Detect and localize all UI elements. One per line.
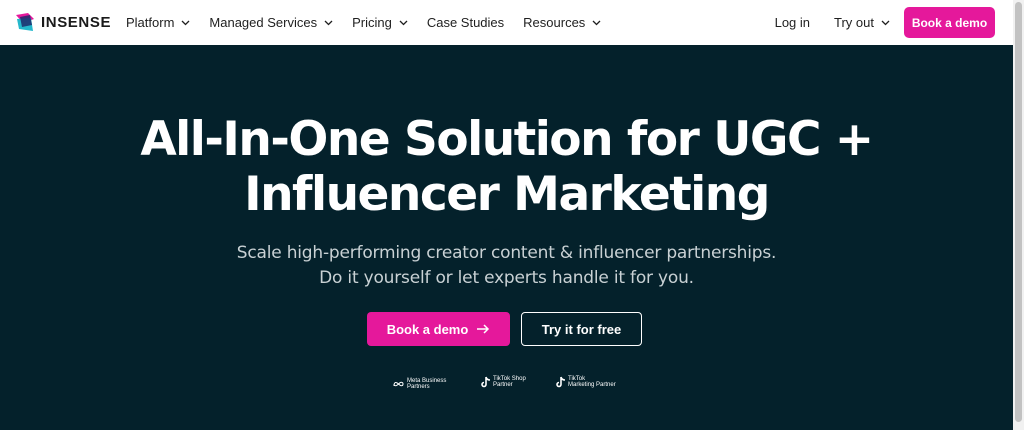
nav-case-studies-label: Case Studies — [426, 15, 505, 30]
nav-managed-services[interactable]: Managed Services — [209, 15, 333, 30]
meta-badge-text: Meta Business Partners — [407, 378, 446, 390]
header-book-demo-button[interactable]: Book a demo — [904, 7, 995, 38]
hero-headline: All-In-One Solution for UGC + Influencer… — [0, 112, 1013, 222]
nav-managed-services-label: Managed Services — [209, 15, 318, 30]
vertical-scrollbar[interactable] — [1013, 0, 1024, 430]
login-link[interactable]: Log in — [775, 15, 810, 30]
hero-sub-line1: Scale high-performing creator content & … — [236, 243, 777, 263]
chevron-down-icon — [592, 20, 601, 25]
tiktok-shop-badge-line2: Partner — [493, 382, 513, 388]
chevron-down-icon — [399, 20, 408, 25]
tiktok-shop-badge-text: TikTok Shop Partner — [493, 376, 526, 388]
logo-text: INSENSE — [41, 13, 112, 31]
scrollbar-thumb[interactable] — [1015, 2, 1022, 422]
try-out-label: Try out — [834, 15, 874, 30]
tiktok-logo-icon — [481, 376, 491, 388]
tiktok-logo-icon — [556, 376, 566, 388]
hero-section: All-In-One Solution for UGC + Influencer… — [0, 45, 1013, 430]
book-demo-label: Book a demo — [386, 321, 469, 337]
tiktok-marketing-badge-line2: Marketing Partner — [568, 382, 616, 388]
try-free-button[interactable]: Try it for free — [521, 312, 642, 346]
chevron-down-icon — [181, 20, 190, 25]
nav-platform-label: Platform — [126, 15, 175, 30]
nav-platform[interactable]: Platform — [126, 15, 190, 30]
insense-logo[interactable]: INSENSE — [14, 11, 111, 33]
hero-subheadline: Scale high-performing creator content & … — [0, 241, 1013, 291]
main-nav: Platform Managed Services Pricing Case S… — [126, 0, 620, 45]
chevron-down-icon — [324, 20, 333, 25]
hero-sub-line2: Do it yourself or let experts handle it … — [319, 268, 694, 288]
hero-cta-row: Book a demo Try it for free — [367, 312, 642, 346]
partner-badges: Meta Business Partners TikTok Shop Partn… — [0, 375, 1013, 395]
insense-logo-icon — [16, 13, 34, 31]
nav-case-studies[interactable]: Case Studies — [427, 15, 504, 30]
hero-headline-line2: Influencer Marketing — [244, 167, 770, 222]
try-out-menu[interactable]: Try out — [834, 15, 890, 30]
meta-logo-icon — [393, 381, 404, 387]
book-demo-button[interactable]: Book a demo — [367, 312, 510, 346]
meta-business-partner-badge: Meta Business Partners — [393, 378, 446, 390]
site-header: INSENSE Platform Managed Services Pricin… — [0, 0, 1013, 45]
nav-resources[interactable]: Resources — [523, 15, 601, 30]
nav-resources-label: Resources — [523, 15, 586, 30]
header-actions: Log in Try out Book a demo — [775, 0, 995, 45]
hero-headline-line1: All-In-One Solution for UGC + — [140, 112, 874, 167]
chevron-down-icon — [881, 20, 890, 25]
nav-pricing-label: Pricing — [352, 15, 392, 30]
tiktok-marketing-badge-text: TikTok Marketing Partner — [568, 376, 616, 388]
arrow-right-icon — [477, 324, 490, 334]
tiktok-shop-partner-badge: TikTok Shop Partner — [481, 376, 526, 388]
nav-pricing[interactable]: Pricing — [352, 15, 408, 30]
tiktok-marketing-partner-badge: TikTok Marketing Partner — [556, 376, 616, 388]
meta-badge-line2: Partners — [407, 384, 430, 390]
